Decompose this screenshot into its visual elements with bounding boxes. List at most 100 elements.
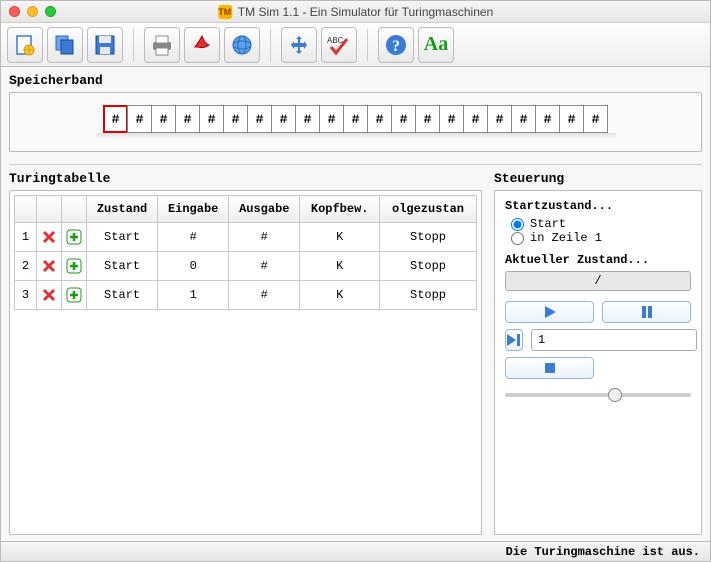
font-icon: Aa: [424, 33, 448, 56]
tape-container: #####################: [9, 92, 702, 152]
speed-slider[interactable]: [505, 393, 691, 397]
tape-cell[interactable]: #: [463, 105, 488, 133]
tape-cell[interactable]: #: [223, 105, 248, 133]
cell-ausgabe[interactable]: #: [229, 281, 300, 310]
tape-cell[interactable]: #: [367, 105, 392, 133]
status-text: Die Turingmaschine ist aus.: [506, 545, 700, 559]
cell-kopfbew[interactable]: K: [300, 281, 380, 310]
save-button[interactable]: [87, 27, 123, 63]
tape-cell[interactable]: #: [415, 105, 440, 133]
add-row-button[interactable]: [62, 252, 87, 281]
check-button[interactable]: ABC: [321, 27, 357, 63]
pause-button[interactable]: [602, 301, 691, 323]
tape-cell[interactable]: #: [175, 105, 200, 133]
cell-eingabe[interactable]: 1: [158, 281, 229, 310]
globe-icon: [230, 33, 254, 57]
tape-shadow: [96, 133, 616, 139]
radio-start-label: Start: [530, 217, 566, 231]
play-icon: [543, 305, 557, 319]
app-icon: TM: [218, 5, 232, 19]
tape-cell[interactable]: #: [295, 105, 320, 133]
cell-folgezustand[interactable]: Stopp: [380, 252, 477, 281]
tape-section: Speicherband #####################: [9, 73, 702, 165]
add-row-button[interactable]: [62, 223, 87, 252]
add-row-button[interactable]: [62, 281, 87, 310]
tape-cell[interactable]: #: [127, 105, 152, 133]
lower-panels: Turingtabelle ZustandEingabeAusgabeKopfb…: [9, 171, 702, 535]
delete-row-button[interactable]: [37, 252, 62, 281]
table-section: Turingtabelle ZustandEingabeAusgabeKopfb…: [9, 171, 482, 535]
step-button[interactable]: [505, 329, 523, 351]
svg-text:ABC: ABC: [327, 36, 344, 45]
radio-line-label: in Zeile 1: [530, 231, 602, 245]
web-button[interactable]: [224, 27, 260, 63]
content-area: Speicherband ##################### Turin…: [1, 67, 710, 541]
font-button[interactable]: Aa: [418, 27, 454, 63]
tape-cell[interactable]: #: [103, 105, 128, 133]
tape-cell[interactable]: #: [151, 105, 176, 133]
radio-line[interactable]: in Zeile 1: [511, 231, 691, 245]
delete-row-button[interactable]: [37, 281, 62, 310]
play-button[interactable]: [505, 301, 594, 323]
toolbar-separator: [133, 29, 134, 61]
table-row[interactable]: 3 Start1#KStopp: [15, 281, 477, 310]
radio-line-input[interactable]: [511, 232, 524, 245]
tape-cell[interactable]: #: [487, 105, 512, 133]
cell-zustand[interactable]: Start: [87, 281, 158, 310]
cell-folgezustand[interactable]: Stopp: [380, 281, 477, 310]
table-row[interactable]: 1Start##KStopp: [15, 223, 477, 252]
help-icon: ?: [384, 33, 408, 57]
table-row[interactable]: 2Start0#KStopp: [15, 252, 477, 281]
step-icon: [506, 333, 522, 347]
cell-eingabe[interactable]: #: [158, 223, 229, 252]
tape-cell[interactable]: #: [199, 105, 224, 133]
tape-cell[interactable]: #: [391, 105, 416, 133]
minimize-icon[interactable]: [27, 6, 38, 17]
tape-cell[interactable]: #: [439, 105, 464, 133]
tape-cell[interactable]: #: [319, 105, 344, 133]
cell-zustand[interactable]: Start: [87, 223, 158, 252]
statusbar: Die Turingmaschine ist aus.: [1, 541, 710, 561]
tape-cell[interactable]: #: [271, 105, 296, 133]
tape[interactable]: #####################: [20, 105, 691, 133]
tape-cell[interactable]: #: [535, 105, 560, 133]
step-count-input[interactable]: [531, 329, 697, 351]
control-section: Steuerung Startzustand... Start in Zeile…: [494, 171, 702, 535]
copy-button[interactable]: [47, 27, 83, 63]
table-header: [15, 196, 37, 223]
print-button[interactable]: [144, 27, 180, 63]
new-icon: [13, 33, 37, 57]
tape-cell[interactable]: #: [343, 105, 368, 133]
move-button[interactable]: [281, 27, 317, 63]
cell-kopfbew[interactable]: K: [300, 252, 380, 281]
table-header: [37, 196, 62, 223]
cell-zustand[interactable]: Start: [87, 252, 158, 281]
cell-ausgabe[interactable]: #: [229, 252, 300, 281]
cell-ausgabe[interactable]: #: [229, 223, 300, 252]
table-header: Zustand: [87, 196, 158, 223]
copy-icon: [53, 33, 77, 57]
help-button[interactable]: ?: [378, 27, 414, 63]
toolbar-separator: [367, 29, 368, 61]
cell-eingabe[interactable]: 0: [158, 252, 229, 281]
cell-folgezustand[interactable]: Stopp: [380, 223, 477, 252]
print-icon: [150, 33, 174, 57]
radio-start[interactable]: Start: [511, 217, 691, 231]
tape-cell[interactable]: #: [559, 105, 584, 133]
tape-cell[interactable]: #: [247, 105, 272, 133]
radio-start-input[interactable]: [511, 218, 524, 231]
row-number: 1: [15, 223, 37, 252]
close-icon[interactable]: [9, 6, 20, 17]
turing-table[interactable]: ZustandEingabeAusgabeKopfbew.olgezustan …: [14, 195, 477, 310]
pdf-button[interactable]: [184, 27, 220, 63]
speed-slider-container: [505, 387, 691, 401]
tape-cell[interactable]: #: [511, 105, 536, 133]
row-number: 3: [15, 281, 37, 310]
title-label: TM Sim 1.1 - Ein Simulator für Turingmas…: [238, 5, 493, 19]
tape-cell[interactable]: #: [583, 105, 608, 133]
new-button[interactable]: [7, 27, 43, 63]
cell-kopfbew[interactable]: K: [300, 223, 380, 252]
stop-button[interactable]: [505, 357, 594, 379]
delete-row-button[interactable]: [37, 223, 62, 252]
maximize-icon[interactable]: [45, 6, 56, 17]
